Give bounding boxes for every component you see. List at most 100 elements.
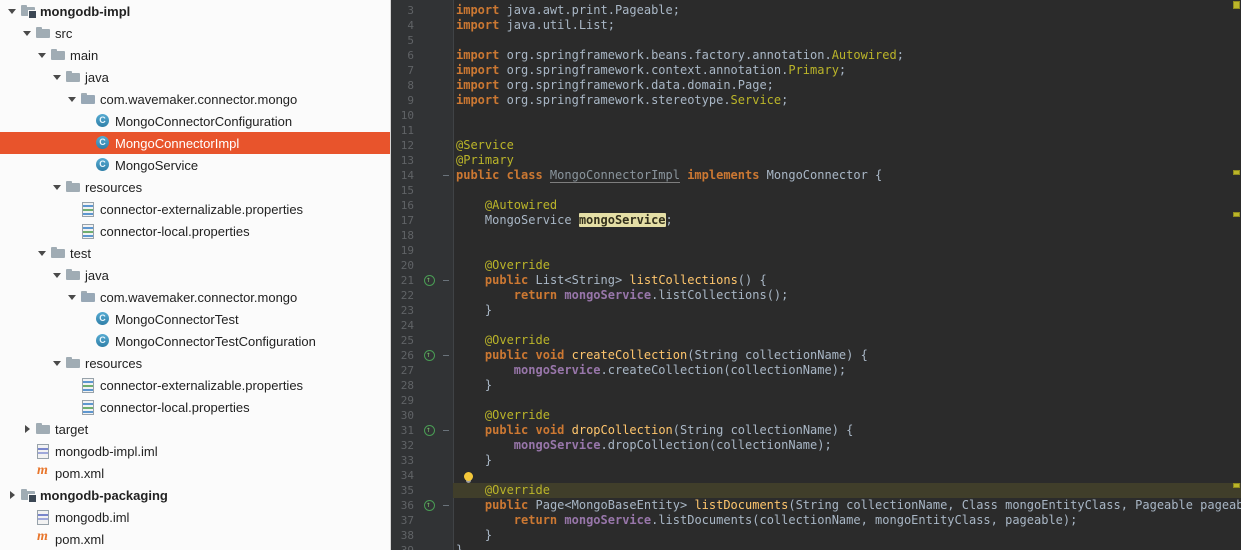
line-number[interactable]: 10 <box>391 108 421 123</box>
line-number[interactable]: 3 <box>391 3 421 18</box>
tree-item-mongodb-iml[interactable]: mongodb.iml <box>0 506 390 528</box>
expand-arrow[interactable] <box>66 92 80 106</box>
fold-strip[interactable] <box>439 438 453 453</box>
line-number[interactable]: 11 <box>391 123 421 138</box>
line-number[interactable]: 24 <box>391 318 421 333</box>
fold-strip[interactable] <box>439 213 453 228</box>
line-number[interactable]: 27 <box>391 363 421 378</box>
tree-item-pom-xml[interactable]: pom.xml <box>0 462 390 484</box>
fold-strip[interactable] <box>439 363 453 378</box>
line-number[interactable]: 7 <box>391 63 421 78</box>
fold-strip[interactable] <box>439 318 453 333</box>
line-number[interactable]: 25 <box>391 333 421 348</box>
line-number[interactable]: 34 <box>391 468 421 483</box>
fold-strip[interactable] <box>439 333 453 348</box>
line-number[interactable]: 6 <box>391 48 421 63</box>
tree-item-connector-local-properties[interactable]: connector-local.properties <box>0 220 390 242</box>
fold-strip[interactable] <box>439 108 453 123</box>
line-number[interactable]: 4 <box>391 18 421 33</box>
gutter-icon-area[interactable] <box>421 63 439 78</box>
code-line-36[interactable]: 36 public Page<MongoBaseEntity> listDocu… <box>391 498 1241 513</box>
tree-item-java[interactable]: java <box>0 66 390 88</box>
expand-arrow[interactable] <box>51 180 65 194</box>
code-line-21[interactable]: 21 public List<String> listCollections()… <box>391 273 1241 288</box>
tree-item-mongoconnectortest[interactable]: MongoConnectorTest <box>0 308 390 330</box>
fold-strip[interactable] <box>439 543 453 550</box>
line-number[interactable]: 39 <box>391 543 421 550</box>
line-number[interactable]: 37 <box>391 513 421 528</box>
line-number[interactable]: 9 <box>391 93 421 108</box>
fold-strip[interactable] <box>439 243 453 258</box>
fold-strip[interactable] <box>439 303 453 318</box>
code-line-27[interactable]: 27 mongoService.createCollection(collect… <box>391 363 1241 378</box>
tree-item-mongodb-impl-iml[interactable]: mongodb-impl.iml <box>0 440 390 462</box>
code-line-35[interactable]: 35 @Override <box>391 483 1241 498</box>
code-line-20[interactable]: 20 @Override <box>391 258 1241 273</box>
code-line-23[interactable]: 23 } <box>391 303 1241 318</box>
line-number[interactable]: 30 <box>391 408 421 423</box>
gutter-icon-area[interactable] <box>421 3 439 18</box>
line-number[interactable]: 15 <box>391 183 421 198</box>
fold-strip[interactable] <box>439 288 453 303</box>
fold-strip[interactable] <box>439 123 453 138</box>
tree-item-src[interactable]: src <box>0 22 390 44</box>
line-number[interactable]: 18 <box>391 228 421 243</box>
gutter-icon-area[interactable] <box>421 153 439 168</box>
code-line-4[interactable]: 4import java.util.List; <box>391 18 1241 33</box>
gutter-icon-area[interactable] <box>421 198 439 213</box>
warning-stripe-mark[interactable] <box>1233 212 1240 217</box>
line-number[interactable]: 8 <box>391 78 421 93</box>
tree-item-mongoconnectortestconfiguration[interactable]: MongoConnectorTestConfiguration <box>0 330 390 352</box>
code-line-14[interactable]: 14public class MongoConnectorImpl implem… <box>391 168 1241 183</box>
fold-strip[interactable] <box>439 258 453 273</box>
expand-arrow[interactable] <box>21 26 35 40</box>
gutter-icon-area[interactable] <box>421 408 439 423</box>
fold-strip[interactable] <box>439 138 453 153</box>
code-line-9[interactable]: 9import org.springframework.stereotype.S… <box>391 93 1241 108</box>
code-line-15[interactable]: 15 <box>391 183 1241 198</box>
line-number[interactable]: 13 <box>391 153 421 168</box>
code-line-6[interactable]: 6import org.springframework.beans.factor… <box>391 48 1241 63</box>
gutter-icon-area[interactable] <box>421 18 439 33</box>
tree-item-target[interactable]: target <box>0 418 390 440</box>
code-line-18[interactable]: 18 <box>391 228 1241 243</box>
gutter-icon-area[interactable] <box>421 528 439 543</box>
code-line-38[interactable]: 38 } <box>391 528 1241 543</box>
expand-arrow[interactable] <box>6 488 20 502</box>
gutter-icon-area[interactable] <box>421 378 439 393</box>
gutter-icon-area[interactable] <box>421 363 439 378</box>
override-marker-icon[interactable] <box>424 350 435 361</box>
code-line-29[interactable]: 29 <box>391 393 1241 408</box>
fold-strip[interactable] <box>439 378 453 393</box>
expand-arrow[interactable] <box>51 268 65 282</box>
gutter-icon-area[interactable] <box>421 228 439 243</box>
line-number[interactable]: 28 <box>391 378 421 393</box>
code-line-30[interactable]: 30 @Override <box>391 408 1241 423</box>
code-line-33[interactable]: 33 } <box>391 453 1241 468</box>
expand-arrow[interactable] <box>36 246 50 260</box>
tree-item-mongoconnectorimpl[interactable]: MongoConnectorImpl <box>0 132 390 154</box>
gutter-icon-area[interactable] <box>421 243 439 258</box>
tree-item-test[interactable]: test <box>0 242 390 264</box>
code-line-37[interactable]: 37 return mongoService.listDocuments(col… <box>391 513 1241 528</box>
gutter-icon-area[interactable] <box>421 468 439 483</box>
gutter-icon-area[interactable] <box>421 258 439 273</box>
fold-strip[interactable] <box>439 408 453 423</box>
gutter-icon-area[interactable] <box>421 33 439 48</box>
fold-strip[interactable] <box>439 483 453 498</box>
code-line-12[interactable]: 12@Service <box>391 138 1241 153</box>
gutter-icon-area[interactable] <box>421 48 439 63</box>
code-line-34[interactable]: 34 <box>391 468 1241 483</box>
fold-strip[interactable] <box>439 78 453 93</box>
code-line-11[interactable]: 11 <box>391 123 1241 138</box>
fold-strip[interactable] <box>439 273 453 288</box>
override-marker-icon[interactable] <box>424 275 435 286</box>
tree-item-resources[interactable]: resources <box>0 176 390 198</box>
tree-item-java[interactable]: java <box>0 264 390 286</box>
line-number[interactable]: 38 <box>391 528 421 543</box>
gutter-icon-area[interactable] <box>421 93 439 108</box>
line-number[interactable]: 16 <box>391 198 421 213</box>
code-line-7[interactable]: 7import org.springframework.context.anno… <box>391 63 1241 78</box>
gutter-icon-area[interactable] <box>421 303 439 318</box>
tree-item-resources[interactable]: resources <box>0 352 390 374</box>
